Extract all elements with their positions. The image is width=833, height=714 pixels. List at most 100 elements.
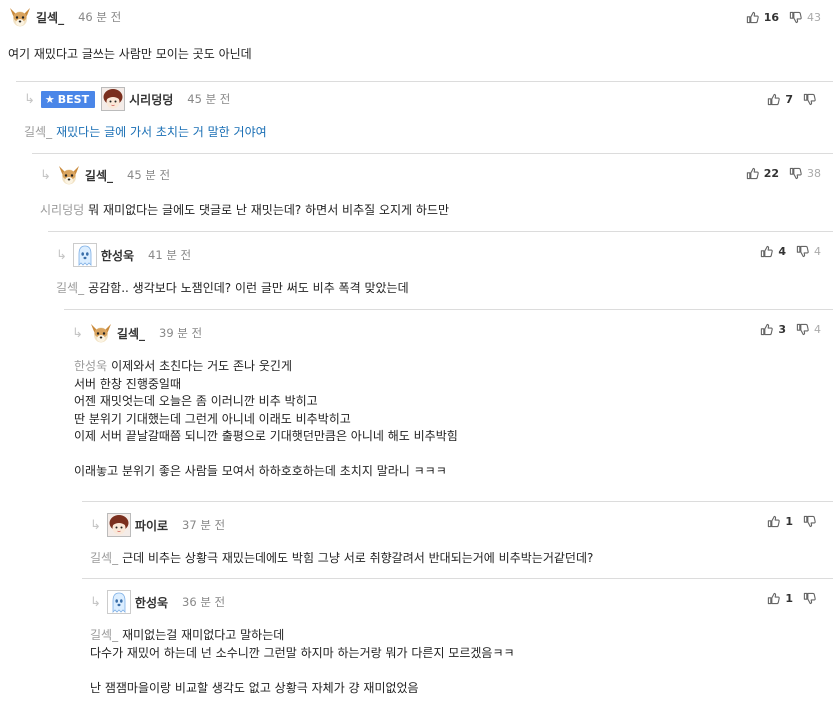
mention[interactable]: 한성욱 <box>74 359 107 373</box>
comment-body: 길섹_ 근데 비추는 상황극 재밌는데에도 박힘 그냥 서로 취향갈려서 반대되는… <box>90 550 833 568</box>
author-name[interactable]: 파이로 <box>135 517 168 534</box>
dislike-button[interactable]: 43 <box>789 11 821 24</box>
dislike-button[interactable]: 4 <box>796 245 821 258</box>
dislike-count: 43 <box>807 10 821 24</box>
vote-group: 7 <box>757 84 821 114</box>
timestamp: 37 분 전 <box>182 518 226 532</box>
like-count: 3 <box>778 322 786 336</box>
thumbs-up-icon <box>746 11 759 24</box>
comment-text: 이제 서버 끝날갈때쯤 되니깐 출평으로 기대햇던만큼은 아니네 해도 비추박힘 <box>74 429 458 443</box>
thumbs-up-icon <box>746 167 759 180</box>
reply-arrow-icon: ↳ <box>72 325 83 341</box>
like-count: 4 <box>778 244 786 258</box>
avatar[interactable] <box>107 513 131 537</box>
dislike-button[interactable]: 4 <box>796 323 821 336</box>
comment-header: ↳ 길섹_ 39 분 전 <box>72 318 202 348</box>
like-count: 1 <box>785 591 793 605</box>
like-button[interactable]: 22 <box>746 167 779 180</box>
comment-header: ↳ ★ BEST 시리덩덩 45 분 전 <box>24 84 230 114</box>
like-count: 1 <box>785 514 793 528</box>
dislike-count: 38 <box>807 166 821 180</box>
reply-arrow-icon: ↳ <box>90 594 101 610</box>
dislike-button[interactable] <box>803 592 821 605</box>
vote-group: 16 43 <box>736 2 821 32</box>
comment-item: ↳ 길섹_ 45 분 전 22 38 시리덩덩 뭐 재미없다는 글에도 댓글로 난… <box>32 153 833 232</box>
comment-text: 어젠 재밋엇는데 오늘은 좀 이러니깐 비추 박히고 <box>74 394 318 408</box>
thumbs-down-icon <box>803 93 816 106</box>
dislike-button[interactable] <box>803 515 821 528</box>
like-button[interactable]: 4 <box>760 245 786 258</box>
thumbs-up-icon <box>760 245 773 258</box>
like-button[interactable]: 7 <box>767 93 793 106</box>
vote-group: 1 <box>757 506 821 536</box>
comment-body: 여기 재밌다고 글쓰는 사람만 모이는 곳도 아닌데 <box>8 46 833 64</box>
thumbs-down-icon <box>789 167 802 180</box>
comment-body: 길섹_ 재밌다는 글에 가서 초치는 거 말한 거야여 <box>24 124 833 142</box>
author-name[interactable]: 한성욱 <box>101 247 134 264</box>
comment-text: 공감함.. 생각보다 노잼인데? 이런 글만 써도 비추 폭격 맞았는데 <box>88 281 409 295</box>
avatar[interactable] <box>73 243 97 267</box>
thumbs-down-icon <box>796 245 809 258</box>
like-count: 22 <box>763 166 779 180</box>
comment-header: ↳ 파이로 37 분 전 <box>90 510 225 540</box>
avatar[interactable] <box>107 590 131 614</box>
thumbs-up-icon <box>767 515 780 528</box>
thumbs-up-icon <box>760 323 773 336</box>
reply-arrow-icon: ↳ <box>56 247 67 263</box>
comment-item: ↳ ★ BEST 시리덩덩 45 분 전 7 길섹_ 재밌다는 글에 가서 초치는 … <box>16 81 833 154</box>
comment-text: 이래놓고 분위기 좋은 사람들 모여서 하하호호하는데 초치지 말라니 ㅋㅋㅋ <box>74 464 447 478</box>
comment-text: 서버 한창 진행중일때 <box>74 376 181 391</box>
star-icon: ★ <box>44 92 55 106</box>
avatar[interactable] <box>57 163 81 187</box>
dislike-button[interactable] <box>803 93 821 106</box>
comment-text: 여기 재밌다고 글쓰는 사람만 모이는 곳도 아닌데 <box>8 47 252 61</box>
comment-item: ↳ 한성욱 41 분 전 4 4 길섹_ 공감함.. 생각보다 노잼인데? 이런 … <box>48 231 833 310</box>
author-name[interactable]: 길섹_ <box>117 325 145 342</box>
vote-group: 3 4 <box>750 314 821 344</box>
thumbs-down-icon <box>796 323 809 336</box>
timestamp: 36 분 전 <box>182 595 226 609</box>
comment-item: ↳ 파이로 37 분 전 1 길섹_ 근데 비추는 상황극 재밌는데에도 박힘 그… <box>82 501 833 579</box>
best-badge: ★ BEST <box>40 90 96 108</box>
avatar[interactable] <box>89 321 113 345</box>
author-name[interactable]: 길섹_ <box>85 167 113 184</box>
like-button[interactable]: 1 <box>767 515 793 528</box>
vote-group: 4 4 <box>750 236 821 266</box>
reply-arrow-icon: ↳ <box>24 91 35 107</box>
timestamp: 39 분 전 <box>159 326 203 340</box>
thumbs-down-icon <box>803 515 816 528</box>
reply-arrow-icon: ↳ <box>90 517 101 533</box>
thumbs-up-icon <box>767 592 780 605</box>
avatar[interactable] <box>8 5 32 29</box>
comment-item: ↳ 한성욱 36 분 전 1 길섹_ 재미없는걸 재미없다고 말하는데 다수가 재… <box>82 578 833 714</box>
mention[interactable]: 길섹_ <box>90 628 118 642</box>
comment-body: 한성욱 이제와서 초친다는 거도 존나 웃긴게 서버 한창 진행중일때 어젠 재밋… <box>74 358 833 481</box>
avatar[interactable] <box>101 87 125 111</box>
comment-text: 다수가 재밌어 하는데 넌 소수니깐 그런말 하지마 하는거랑 뭐가 다른지 모… <box>90 645 515 660</box>
mention[interactable]: 길섹_ <box>90 551 118 565</box>
vote-group: 1 <box>757 583 821 613</box>
comment-text: 뭐 재미없다는 글에도 댓글로 난 재밋는데? 하면서 비추질 오지게 하드만 <box>88 203 450 217</box>
timestamp: 41 분 전 <box>148 248 192 262</box>
like-button[interactable]: 1 <box>767 592 793 605</box>
comment-text: 근데 비추는 상황극 재밌는데에도 박힘 그냥 서로 취향갈려서 반대되는거에 … <box>122 551 594 565</box>
thumbs-down-icon <box>803 592 816 605</box>
comment-body: 길섹_ 재미없는걸 재미없다고 말하는데 다수가 재밌어 하는데 넌 소수니깐 그… <box>90 627 833 697</box>
mention[interactable]: 길섹_ <box>56 281 84 295</box>
like-button[interactable]: 16 <box>746 11 779 24</box>
mention[interactable]: 시리덩덩 <box>40 203 84 217</box>
mention[interactable]: 길섹_ <box>24 125 52 139</box>
comment-header: ↳ 한성욱 36 분 전 <box>90 587 225 617</box>
comment-body: 시리덩덩 뭐 재미없다는 글에도 댓글로 난 재밋는데? 하면서 비추질 오지게 … <box>40 202 833 220</box>
dislike-button[interactable]: 38 <box>789 167 821 180</box>
thumbs-up-icon <box>767 93 780 106</box>
comment-body: 길섹_ 공감함.. 생각보다 노잼인데? 이런 글만 써도 비추 폭격 맞았는데 <box>56 280 833 298</box>
author-name[interactable]: 한성욱 <box>135 594 168 611</box>
like-button[interactable]: 3 <box>760 323 786 336</box>
like-count: 16 <box>763 10 779 24</box>
author-name[interactable]: 시리덩덩 <box>129 91 173 108</box>
author-name[interactable]: 길섹_ <box>36 9 64 26</box>
dislike-count: 4 <box>814 244 821 258</box>
